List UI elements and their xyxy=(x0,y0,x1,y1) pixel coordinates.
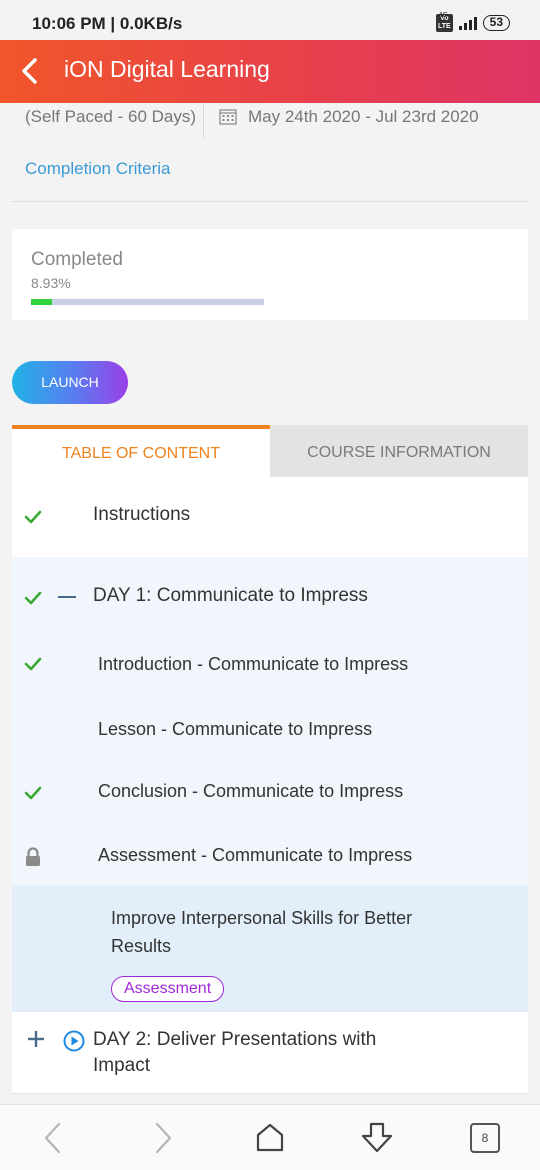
meta-divider xyxy=(203,103,204,139)
toc-item-assessment[interactable]: Assessment - Communicate to Impress xyxy=(12,822,528,885)
course-dates: May 24th 2020 - Jul 23rd 2020 xyxy=(248,107,479,126)
progress-label: Completed xyxy=(31,249,123,270)
signal-icon xyxy=(458,16,477,30)
course-duration: (Self Paced - 60 Days) xyxy=(25,107,197,126)
toc-item-conclusion[interactable]: Conclusion - Communicate to Impress xyxy=(12,757,528,822)
toc-item-label: Conclusion - Communicate to Impress xyxy=(98,781,404,801)
back-icon[interactable] xyxy=(37,1121,71,1155)
network-type: 4G xyxy=(438,12,448,19)
toc-item-lesson[interactable]: Lesson - Communicate to Impress xyxy=(12,695,528,757)
play-circle-icon xyxy=(63,1030,85,1052)
expand-icon[interactable] xyxy=(26,1029,46,1049)
forward-icon[interactable] xyxy=(145,1121,179,1155)
home-icon[interactable] xyxy=(253,1121,287,1155)
browser-nav-bar: 8 xyxy=(0,1104,540,1170)
completion-criteria-link[interactable]: Completion Criteria xyxy=(25,159,171,179)
divider xyxy=(12,201,528,202)
status-bar: 10:06 PM | 0.0KB/s Vo LTE 4G 53 xyxy=(0,0,540,44)
status-time: 10:06 PM | 0.0KB/s xyxy=(32,14,183,33)
progress-card: Completed 8.93% xyxy=(12,229,528,320)
toc-item-introduction[interactable]: Introduction - Communicate to Impress xyxy=(12,630,528,695)
chevron-left-icon[interactable] xyxy=(16,56,46,86)
toc-item-label-line1: Improve Interpersonal Skills for Better xyxy=(111,908,413,928)
toc-item-label-line2: Results xyxy=(111,936,172,956)
toc-item-label: Introduction - Communicate to Impress xyxy=(98,654,409,674)
toc-item-selected[interactable]: Improve Interpersonal Skills for Better … xyxy=(12,885,528,1012)
download-icon[interactable] xyxy=(360,1121,394,1155)
tab-course-information[interactable]: COURSE INFORMATION xyxy=(270,425,528,477)
tabs: TABLE OF CONTENT COURSE INFORMATION xyxy=(12,425,528,477)
progress-bar xyxy=(31,299,264,305)
toc-item-label: Instructions xyxy=(93,504,191,525)
toc-item-label: Assessment - Communicate to Impress xyxy=(98,845,413,865)
battery-icon: 53 xyxy=(482,15,510,31)
lock-icon xyxy=(26,847,40,866)
section-title-line2: Impact xyxy=(93,1055,151,1076)
section-title-line1: DAY 2: Deliver Presentations with xyxy=(93,1029,377,1050)
section-title: DAY 1: Communicate to Impress xyxy=(93,585,368,606)
tab-table-of-content[interactable]: TABLE OF CONTENT xyxy=(12,425,270,477)
assessment-badge: Assessment xyxy=(111,976,225,1002)
check-icon xyxy=(24,657,42,671)
progress-percent: 8.93% xyxy=(31,275,71,291)
check-icon xyxy=(24,510,42,524)
page-title: iON Digital Learning xyxy=(64,56,270,82)
course-meta: (Self Paced - 60 Days) May 24th 2020 - J… xyxy=(12,103,528,141)
toc-item-instructions[interactable]: Instructions xyxy=(12,477,528,557)
status-icons: Vo LTE 4G 53 xyxy=(435,12,510,32)
tabs-count-button[interactable]: 8 xyxy=(470,1123,500,1153)
check-icon xyxy=(24,786,42,800)
calendar-icon xyxy=(219,109,237,125)
launch-button[interactable]: LAUNCH xyxy=(12,361,128,404)
check-icon xyxy=(24,591,42,605)
app-header: iON Digital Learning xyxy=(0,40,540,103)
toc-section-day2[interactable]: DAY 2: Deliver Presentations with Impact xyxy=(12,1012,528,1094)
toc-section-day1[interactable]: DAY 1: Communicate to Impress xyxy=(12,557,528,630)
toc-item-label: Lesson - Communicate to Impress xyxy=(98,719,373,739)
progress-fill xyxy=(31,299,52,305)
collapse-icon[interactable] xyxy=(58,596,76,598)
